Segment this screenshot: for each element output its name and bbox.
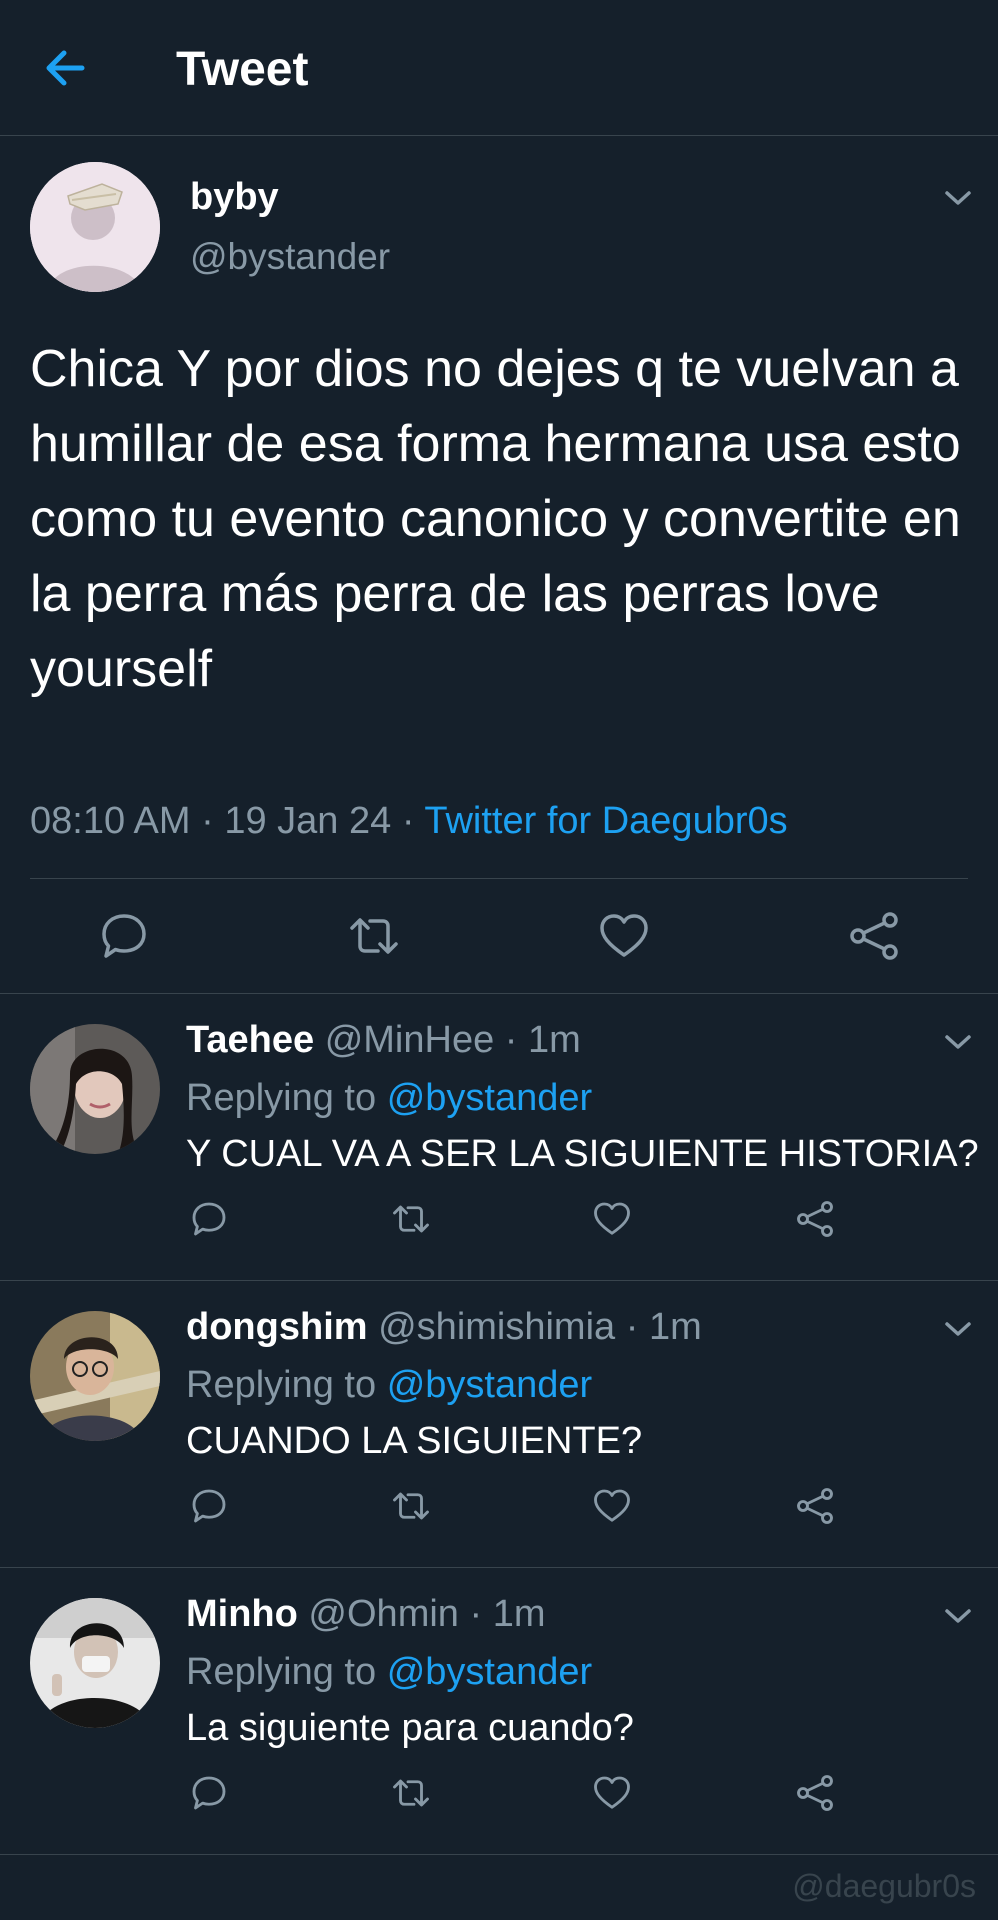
divider (30, 878, 968, 879)
share-icon (797, 1775, 833, 1811)
reply-tweet[interactable]: Taehee @MinHee · 1m Replying to @bystand… (0, 994, 998, 1281)
reply-tweet[interactable]: Minho @Ohmin · 1m Replying to @bystander… (0, 1568, 998, 1855)
like-button[interactable] (596, 908, 652, 964)
reply-text: La siguiente para cuando? (186, 1707, 634, 1749)
meta-separator: · (401, 800, 415, 842)
reply-button[interactable] (188, 1485, 230, 1527)
replying-label: Replying to (186, 1651, 377, 1693)
like-button[interactable] (591, 1772, 633, 1814)
watermark: @daegubr0s (792, 1868, 976, 1904)
reply-time: · 1m (504, 1019, 581, 1061)
reply-author-name[interactable]: dongshim (186, 1306, 368, 1348)
reply-author-name[interactable]: Minho (186, 1593, 298, 1635)
reply-button[interactable] (188, 1198, 230, 1240)
retweet-icon (393, 1205, 429, 1233)
like-button[interactable] (591, 1198, 633, 1240)
heart-icon (600, 914, 648, 957)
tweet-time: 08:10 AM (30, 800, 191, 842)
top-bar: Tweet (0, 0, 998, 136)
reply-author-handle[interactable]: @Ohmin (308, 1593, 459, 1635)
reply-time: · 1m (469, 1593, 546, 1635)
reply-button[interactable] (188, 1772, 230, 1814)
retweet-icon (393, 1492, 429, 1520)
reply-text: Y CUAL VA A SER LA SIGUIENTE HISTORIA? (186, 1133, 979, 1175)
tweet-date: 19 Jan 24 (224, 800, 392, 842)
more-options-button[interactable] (940, 186, 976, 210)
back-button[interactable] (38, 38, 98, 98)
avatar-photo (30, 1024, 160, 1154)
reply-button[interactable] (96, 908, 152, 964)
reply-tweet[interactable]: dongshim @shimishimia · 1m Replying to @… (0, 1281, 998, 1568)
replying-to: Replying to @bystander (186, 1648, 592, 1696)
reply-actions (0, 1198, 998, 1242)
avatar-photo (30, 1598, 160, 1728)
chevron-down-icon (945, 1322, 971, 1336)
replying-to-handle[interactable]: @bystander (387, 1077, 592, 1119)
reply-header: dongshim @shimishimia · 1m (186, 1303, 702, 1351)
replying-to-handle[interactable]: @bystander (387, 1364, 592, 1406)
heart-icon (594, 1776, 630, 1809)
reply-text: CUANDO LA SIGUIENTE? (186, 1420, 643, 1462)
share-button[interactable] (794, 1772, 836, 1814)
share-icon (797, 1201, 833, 1237)
user-handle[interactable]: @bystander (190, 234, 390, 280)
share-icon (797, 1488, 833, 1524)
like-button[interactable] (591, 1485, 633, 1527)
reply-header: Minho @Ohmin · 1m (186, 1590, 545, 1638)
retweet-button[interactable] (346, 908, 402, 964)
more-options-button[interactable] (940, 1317, 976, 1341)
share-button[interactable] (846, 908, 902, 964)
avatar-illustration (30, 162, 160, 292)
retweet-button[interactable] (390, 1485, 432, 1527)
retweet-button[interactable] (390, 1772, 432, 1814)
avatar[interactable] (30, 1311, 160, 1441)
avatar-photo (30, 1311, 160, 1441)
tweet-meta: 08:10 AM · 19 Jan 24 · Twitter for Daegu… (30, 796, 788, 846)
reply-icon (192, 1776, 226, 1810)
main-tweet: byby @bystander Chica Y por dios no deje… (0, 136, 998, 994)
share-button[interactable] (794, 1485, 836, 1527)
reply-header: Taehee @MinHee · 1m (186, 1016, 581, 1064)
reply-icon (192, 1489, 226, 1523)
tweet-text: Chica Y por dios no dejes q te vuelvan a… (30, 340, 961, 698)
arrow-left-icon (46, 50, 85, 86)
share-icon (850, 912, 898, 960)
heart-icon (594, 1202, 630, 1235)
tweet-source-link[interactable]: Twitter for Daegubr0s (424, 800, 787, 842)
more-options-button[interactable] (940, 1030, 976, 1054)
reply-icon (192, 1202, 226, 1236)
replying-to-handle[interactable]: @bystander (387, 1651, 592, 1693)
reply-time: · 1m (625, 1306, 702, 1348)
chevron-down-icon (945, 1609, 971, 1623)
reply-icon (102, 914, 146, 958)
tweet-actions (0, 908, 998, 968)
retweet-button[interactable] (390, 1198, 432, 1240)
page-title: Tweet (176, 43, 309, 96)
replying-to: Replying to @bystander (186, 1074, 592, 1122)
retweet-icon (350, 918, 398, 954)
retweet-icon (393, 1779, 429, 1807)
heart-icon (594, 1489, 630, 1522)
avatar[interactable] (30, 1598, 160, 1728)
replying-label: Replying to (186, 1077, 377, 1119)
reply-author-name[interactable]: Taehee (186, 1019, 314, 1061)
more-options-button[interactable] (940, 1604, 976, 1628)
reply-actions (0, 1485, 998, 1529)
chevron-down-icon (945, 1035, 971, 1049)
avatar[interactable] (30, 162, 160, 292)
meta-separator: · (201, 800, 214, 842)
replying-label: Replying to (186, 1364, 377, 1406)
replying-to: Replying to @bystander (186, 1361, 592, 1409)
reply-author-handle[interactable]: @shimishimia (378, 1306, 615, 1348)
user-name[interactable]: byby (190, 174, 279, 220)
avatar[interactable] (30, 1024, 160, 1154)
reply-actions (0, 1772, 998, 1816)
chevron-down-icon (945, 191, 971, 205)
share-button[interactable] (794, 1198, 836, 1240)
reply-author-handle[interactable]: @MinHee (325, 1019, 495, 1061)
